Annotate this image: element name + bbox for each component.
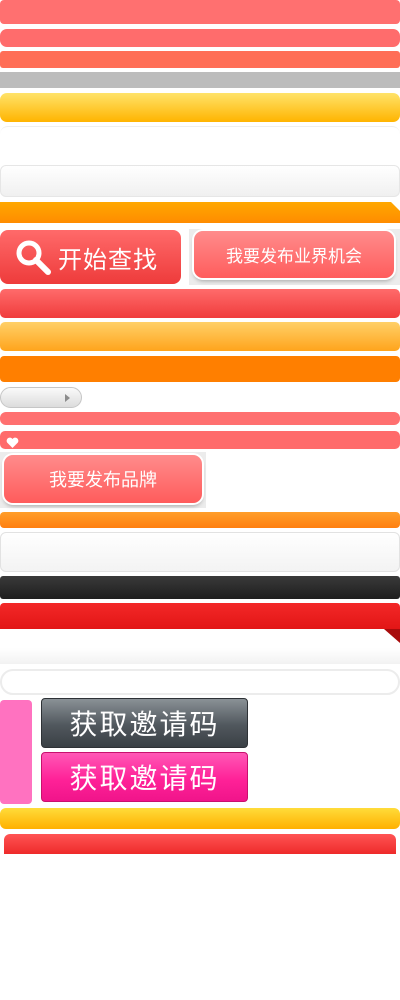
publish-opportunity-label: 我要发布业界机会 xyxy=(226,247,362,267)
coral-thin-bar xyxy=(0,412,400,425)
faint-panel xyxy=(0,648,400,664)
coral-bar-1 xyxy=(0,0,400,24)
publish-brand-button[interactable]: 我要发布品牌 xyxy=(4,455,202,503)
search-button[interactable]: 开始查找 xyxy=(0,230,181,284)
gray-bar xyxy=(0,72,400,88)
play-triangle-icon xyxy=(65,394,70,402)
search-button-label: 开始查找 xyxy=(58,245,158,274)
light-gray-panel xyxy=(0,165,400,197)
invite-dark-button[interactable]: 获取邀请码 xyxy=(41,698,248,748)
orange-ribbon xyxy=(0,202,400,223)
white-panel-2 xyxy=(0,532,400,572)
white-panel-1 xyxy=(0,126,400,162)
gray-pill-button[interactable] xyxy=(0,387,82,408)
invite-dark-label: 获取邀请码 xyxy=(69,708,220,741)
dark-bar xyxy=(0,576,400,599)
pink-block xyxy=(0,700,32,804)
heart-icon xyxy=(6,434,19,453)
red-ribbon-fold xyxy=(384,629,400,643)
heart-bar xyxy=(0,431,400,449)
rounded-input-box[interactable] xyxy=(0,669,400,695)
yellow-gradient-bar-2 xyxy=(0,808,400,829)
red-ribbon xyxy=(0,603,400,629)
red-tab xyxy=(4,834,396,854)
ribbon-fold xyxy=(391,202,400,211)
amber-gradient-bar xyxy=(0,322,400,351)
red-gradient-bar xyxy=(0,289,400,318)
coral-bar-3 xyxy=(0,51,400,68)
publish-brand-label: 我要发布品牌 xyxy=(49,470,157,491)
yellow-gradient-bar xyxy=(0,93,400,122)
coral-bar-2 xyxy=(0,29,400,47)
orange-gradient-bar xyxy=(0,512,400,528)
publish-opportunity-button[interactable]: 我要发布业界机会 xyxy=(194,231,394,278)
search-icon xyxy=(14,238,52,276)
orange-bar xyxy=(0,356,400,382)
invite-pink-button[interactable]: 获取邀请码 xyxy=(41,752,248,802)
invite-pink-label: 获取邀请码 xyxy=(69,762,220,795)
